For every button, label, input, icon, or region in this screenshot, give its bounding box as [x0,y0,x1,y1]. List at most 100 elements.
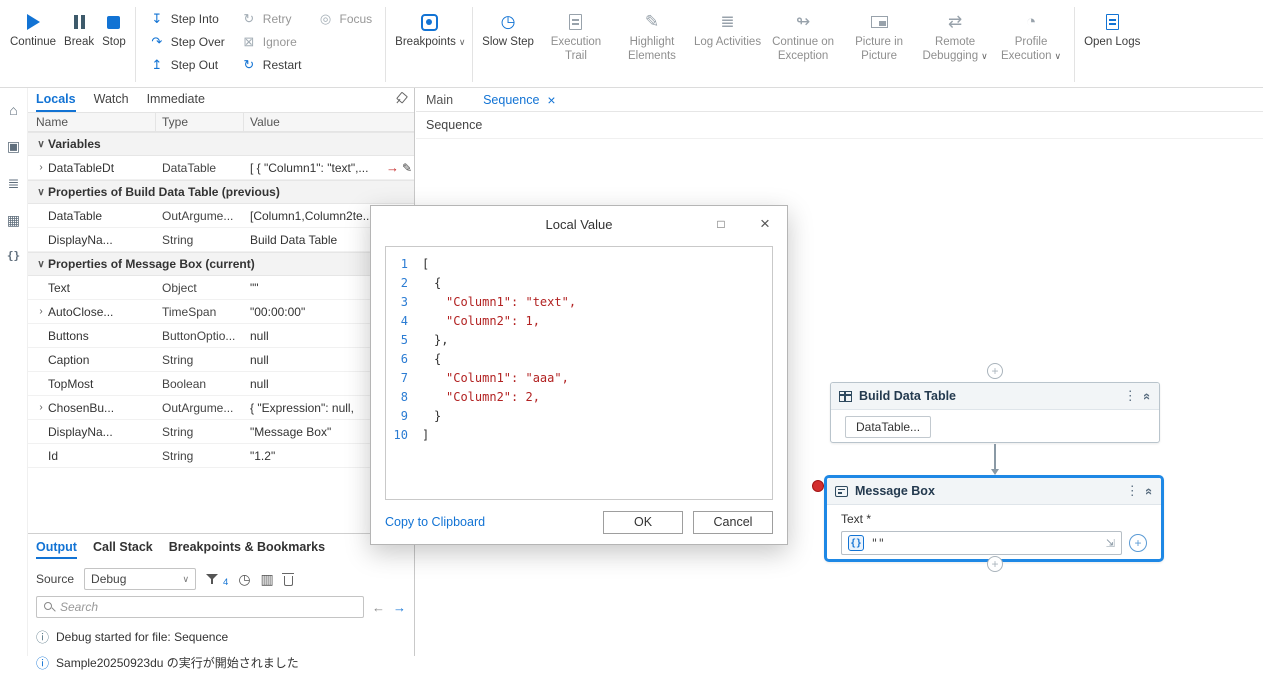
row-expander[interactable]: ∨ [34,259,48,270]
cancel-button[interactable]: Cancel [693,510,773,534]
collapse-icon[interactable]: « [1142,487,1157,494]
locals-row[interactable]: ∨ Variables → ✎ [28,132,414,156]
search-input[interactable] [60,600,357,614]
row-expander[interactable]: › [34,162,48,173]
locals-row[interactable]: Id String "1.2" → ✎ [28,444,414,468]
locals-row[interactable]: › ChosenBu... OutArgume... { "Expression… [28,396,414,420]
home-icon[interactable]: ⌂ [9,102,17,118]
filter-icon[interactable] [206,573,219,585]
breakpoint-indicator[interactable] [812,480,824,492]
row-name: TopMost [48,376,94,391]
tab-watch[interactable]: Watch [94,92,129,112]
locals-row[interactable]: DisplayNa... String Build Data Table → ✎ [28,228,414,252]
locals-row[interactable]: DisplayNa... String "Message Box" → ✎ [28,420,414,444]
continue-button[interactable]: Continue [6,4,60,85]
add-expression-button[interactable]: + [1129,534,1147,552]
previous-result-icon[interactable]: ← [372,600,385,615]
debug-ribbon: Continue Break Stop ↧ Step Into ↷ Step O… [0,0,1263,88]
activity-message-box[interactable]: Message Box ⋮ « Text * {} "" ⇲ + [824,475,1164,562]
profile-execution-button[interactable]: ◔ Profile Execution ∨ [993,4,1069,85]
focus-button[interactable]: ◎ Focus [317,10,372,28]
layers-icon[interactable]: ≣ [8,175,20,192]
highlight-elements-button[interactable]: ✎ Highlight Elements [614,4,690,85]
stop-button[interactable]: Stop [98,4,130,85]
remote-debugging-button[interactable]: ⇄ Remote Debugging ∨ [917,4,993,85]
restart-button[interactable]: ↻ Restart [241,56,301,74]
break-button[interactable]: Break [60,4,98,85]
tab-breakpoints-bookmarks[interactable]: Breakpoints & Bookmarks [169,540,325,559]
edit-datatable-button[interactable]: DataTable... [845,415,932,438]
expressions-icon[interactable]: {} [7,249,20,262]
activity-build-data-table[interactable]: Build Data Table ⋮ « DataTable... [830,382,1160,443]
pin-icon[interactable] [394,92,406,112]
tab-sequence[interactable]: Sequence × [483,92,556,108]
activity-menu-icon[interactable]: ⋮ [1126,483,1139,499]
timestamps-icon[interactable]: ◷ [238,571,250,588]
code-text: "Column2": 2, [446,390,540,404]
slow-step-button[interactable]: ◷ Slow Step [478,4,538,85]
continue-on-exception-button[interactable]: ↬ Continue on Exception [765,4,841,85]
picture-in-picture-button[interactable]: Picture in Picture [841,4,917,85]
collapse-icon[interactable]: « [1140,392,1155,399]
locals-row[interactable]: › DataTableDt DataTable [ { "Column1": "… [28,156,414,180]
code-line: 4 "Column2": 1, [386,312,772,331]
text-expression-field[interactable]: {} "" ⇲ [841,531,1122,555]
add-activity-button[interactable]: + [987,556,1003,572]
column-header-value[interactable]: Value [244,115,414,129]
row-expander[interactable]: › [34,402,48,413]
package-icon[interactable]: ▦ [7,212,20,229]
locals-row[interactable]: ∨ Properties of Message Box (current) → … [28,252,414,276]
execution-trail-button[interactable]: Execution Trail [538,4,614,85]
locals-row[interactable]: Caption String null → ✎ [28,348,414,372]
row-name: AutoClose... [48,304,114,319]
expand-expression-icon[interactable]: ⇲ [1106,537,1115,550]
tab-output[interactable]: Output [36,540,77,559]
close-tab-icon[interactable]: × [547,92,555,108]
retry-button[interactable]: ↻ Retry [241,10,302,28]
search-icon [43,601,55,613]
row-expander[interactable]: ∨ [34,187,48,198]
log-activities-button[interactable]: ≣ Log Activities [690,4,765,85]
column-header-type[interactable]: Type [156,113,244,131]
source-select[interactable]: Debug ∨ [84,568,197,590]
locals-row[interactable]: ∨ Properties of Build Data Table (previo… [28,180,414,204]
output-message[interactable]: ⓘ Sample20250923du の実行が開始されました [28,648,414,674]
locals-row[interactable]: DataTable OutArgume... [Column1,Column2t… [28,204,414,228]
activity-menu-icon[interactable]: ⋮ [1124,388,1137,404]
next-result-icon[interactable]: → [393,600,406,615]
chevron-down-icon: ∨ [981,50,988,61]
line-number: 1 [400,257,408,271]
locals-row[interactable]: TopMost Boolean null → ✎ [28,372,414,396]
ok-button[interactable]: OK [603,510,683,534]
json-value-editor[interactable]: 1 [ 2 { 3 "Column1": "text", 4 "Column2"… [385,246,773,500]
close-icon[interactable]: × [743,206,787,242]
column-header-name[interactable]: Name [28,113,156,131]
breakpoints-button[interactable]: Breakpoints ∨ [391,4,467,85]
tab-main[interactable]: Main [426,93,453,107]
step-over-button[interactable]: ↷ Step Over [149,33,224,51]
tab-immediate[interactable]: Immediate [147,92,205,112]
add-activity-button[interactable]: + [987,363,1003,379]
clear-output-icon[interactable] [282,572,295,586]
locals-row[interactable]: Text Object "" → ✎ [28,276,414,300]
execution-trail-icon [569,8,583,36]
maximize-icon[interactable]: □ [699,206,743,242]
step-out-button[interactable]: ↥ Step Out [149,56,225,74]
expression-editor-icon[interactable]: {} [848,535,864,551]
row-expander[interactable]: › [34,306,48,317]
edit-value-icon[interactable]: ✎ [402,161,412,175]
open-logs-button[interactable]: Open Logs [1080,4,1144,85]
row-expander[interactable]: ∨ [34,139,48,150]
step-into-button[interactable]: ↧ Step Into [149,10,225,28]
tab-call-stack[interactable]: Call Stack [93,540,153,559]
locals-row[interactable]: › AutoClose... TimeSpan "00:00:00" → ✎ [28,300,414,324]
tab-locals[interactable]: Locals [36,92,76,112]
locals-row[interactable]: Buttons ButtonOptio... null → ✎ [28,324,414,348]
navigate-to-value-icon[interactable]: → [386,161,399,175]
columns-icon[interactable]: ▥ [261,571,274,588]
ignore-button[interactable]: ⊠ Ignore [241,33,302,51]
dialog-title-bar[interactable]: Local Value □ × [371,206,787,242]
copy-to-clipboard-link[interactable]: Copy to Clipboard [385,515,485,529]
project-files-icon[interactable]: ▣ [7,138,20,155]
output-message[interactable]: ⓘ Debug started for file: Sequence [28,622,414,648]
